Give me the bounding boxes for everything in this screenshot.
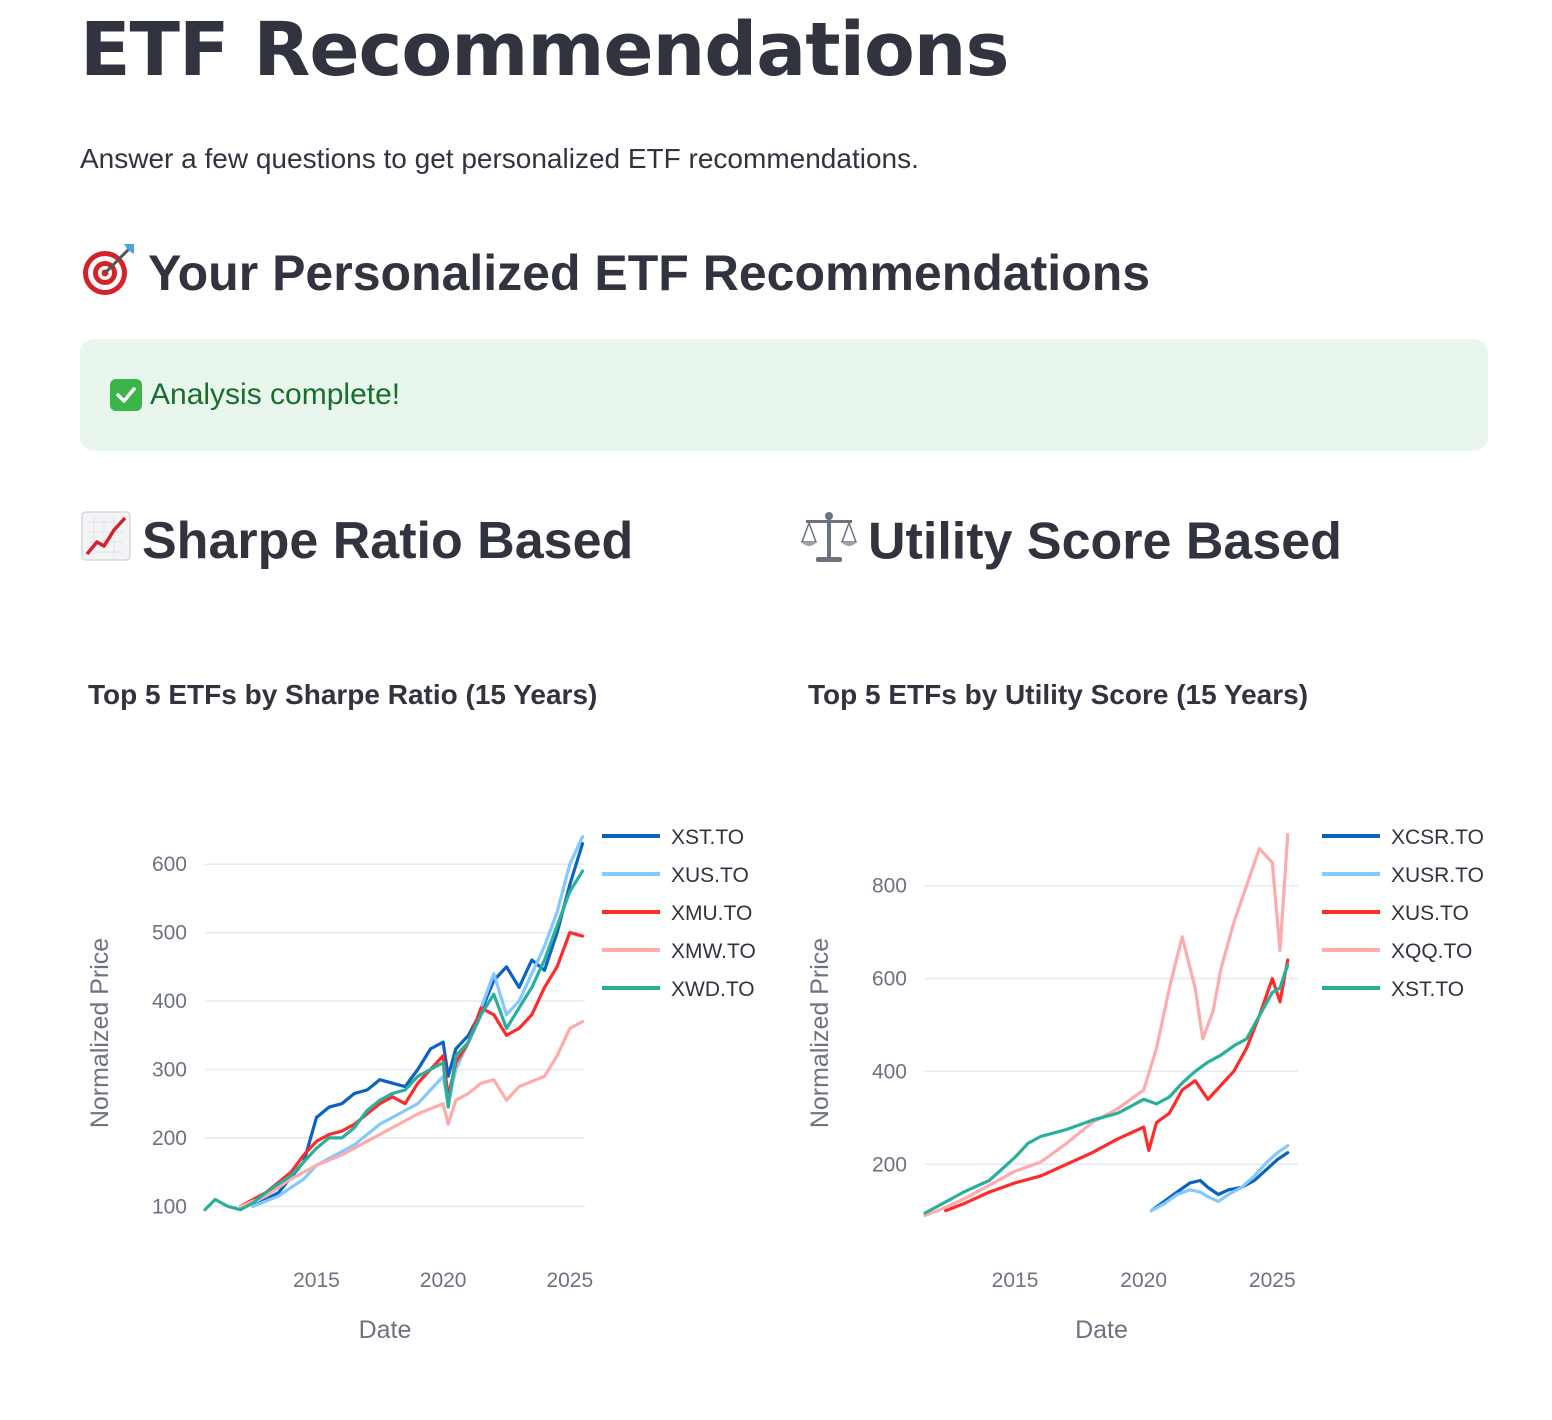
x-tick-label: 2025 — [546, 1269, 593, 1292]
y-axis-title: Normalized Price — [806, 938, 834, 1128]
series-line-xst-to — [251, 842, 585, 1208]
x-tick-label: 2025 — [1249, 1269, 1296, 1292]
legend-label: XUS.TO — [1391, 902, 1469, 925]
utility-chart-title: Top 5 ETFs by Utility Score (15 Years) — [808, 679, 1309, 710]
series-line-xmw-to — [238, 1020, 585, 1208]
x-tick-label: 2020 — [420, 1269, 467, 1292]
sharpe-column-title: Sharpe Ratio Based — [142, 512, 634, 570]
success-message: Analysis complete! — [150, 378, 401, 411]
series-line-xus-to — [251, 835, 585, 1208]
legend-label: XWD.TO — [671, 978, 755, 1001]
x-tick-label: 2015 — [992, 1269, 1039, 1292]
utility-score-chart[interactable]: 200 400 600 800 2015 2020 2025 Date Normalized P… — [800, 800, 1500, 1360]
recommendations-heading-text: Your Personalized ETF Recommendations — [148, 245, 1151, 302]
y-tick-label: 800 — [872, 875, 907, 898]
x-axis-title: Date — [1075, 1316, 1128, 1344]
legend-label: XCSR.TO — [1391, 826, 1484, 849]
sharpe-chart-title: Top 5 ETFs by Sharpe Ratio (15 Years) — [88, 679, 598, 710]
y-tick-label: 400 — [872, 1060, 907, 1083]
y-tick-label: 500 — [152, 922, 187, 945]
series-line-xqq-to — [923, 832, 1290, 1217]
y-tick-label: 600 — [152, 853, 187, 876]
utility-column-title: Utility Score Based — [868, 512, 1342, 571]
legend-label: XMW.TO — [671, 940, 756, 963]
y-tick-label: 100 — [152, 1195, 187, 1218]
success-alert: Analysis complete! — [80, 339, 1488, 451]
y-tick-label: 600 — [872, 968, 907, 991]
page-title: ETF Recommendations — [80, 7, 1010, 93]
y-tick-label: 200 — [152, 1127, 187, 1150]
sharpe-ratio-chart[interactable]: 100 200 300 400 500 600 2015 2020 2025 Date Normal… — [80, 800, 780, 1360]
series-line-xst-to — [923, 963, 1290, 1215]
series-line-xusr-to — [1149, 1144, 1290, 1213]
x-tick-label: 2020 — [1120, 1269, 1167, 1292]
target-icon — [80, 240, 138, 314]
y-tick-label: 200 — [872, 1153, 907, 1176]
series-line-xwd-to — [203, 869, 585, 1212]
chart-increasing-icon — [80, 510, 132, 578]
intro-text: Answer a few questions to get personaliz… — [80, 143, 919, 174]
check-icon — [110, 379, 142, 411]
legend-label: XUS.TO — [671, 864, 749, 887]
sharpe-column-heading: Sharpe Ratio Based — [80, 508, 633, 578]
legend-label: XUSR.TO — [1391, 864, 1484, 887]
y-tick-label: 400 — [152, 990, 187, 1013]
legend-label: XST.TO — [671, 826, 744, 849]
legend-label: XMU.TO — [671, 902, 752, 925]
x-tick-label: 2015 — [293, 1269, 340, 1292]
legend-label: XQQ.TO — [1391, 940, 1472, 963]
legend-label: XST.TO — [1391, 978, 1464, 1001]
recommendations-heading: Your Personalized ETF Recommendations — [80, 240, 1150, 314]
y-axis-title: Normalized Price — [86, 938, 114, 1128]
balance-scale-icon — [800, 508, 858, 582]
utility-column-heading: Utility Score Based — [800, 508, 1342, 582]
x-axis-title: Date — [359, 1316, 412, 1344]
y-tick-label: 300 — [152, 1058, 187, 1081]
